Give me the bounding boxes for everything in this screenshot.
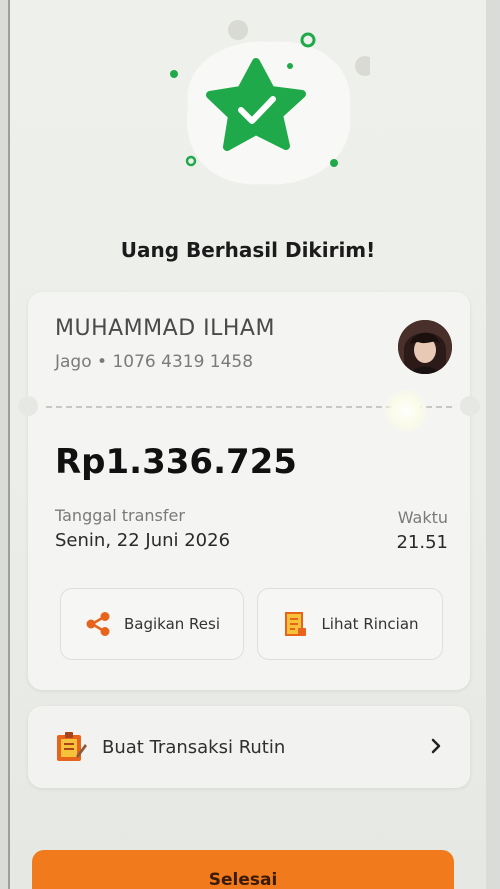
transfer-date-value: Senin, 22 Juni 2026 xyxy=(55,530,231,551)
transfer-time-label: Waktu xyxy=(397,508,448,527)
create-routine-transaction-label: Buat Transaksi Rutin xyxy=(102,736,286,758)
success-title: Uang Berhasil Dikirim! xyxy=(120,238,376,262)
recipient-bank-account: Jago • 1076 4319 1458 xyxy=(55,352,254,372)
success-illustration xyxy=(160,20,375,200)
screen-glare xyxy=(384,389,428,433)
transfer-receipt-card: MUHAMMAD ILHAM Jago • 1076 4319 1458 Rp1… xyxy=(18,292,480,690)
share-icon xyxy=(84,610,112,638)
transfer-amount: Rp1.336.725 xyxy=(55,442,297,482)
ticket-notch-right xyxy=(460,396,480,416)
ticket-notch-left xyxy=(18,396,38,416)
transfer-success-screen: Uang Berhasil Dikirim! MUHAMMAD ILHAM Ja… xyxy=(8,0,486,889)
view-details-label: Lihat Rincian xyxy=(321,615,419,633)
view-details-button[interactable]: Lihat Rincian xyxy=(257,588,443,660)
chevron-right-icon xyxy=(424,734,448,758)
transfer-date-label: Tanggal transfer xyxy=(55,506,185,525)
share-receipt-button[interactable]: Bagikan Resi xyxy=(60,588,244,660)
transfer-time-value: 21.51 xyxy=(396,532,448,553)
share-receipt-label: Bagikan Resi xyxy=(123,615,221,633)
clipboard-icon xyxy=(54,730,88,764)
receipt-icon xyxy=(281,610,309,638)
avatar xyxy=(398,320,452,374)
done-button[interactable]: Selesai xyxy=(32,850,454,889)
star-check-icon xyxy=(170,20,375,185)
create-routine-transaction-button[interactable]: Buat Transaksi Rutin xyxy=(28,706,470,788)
recipient-name: MUHAMMAD ILHAM xyxy=(55,316,275,341)
